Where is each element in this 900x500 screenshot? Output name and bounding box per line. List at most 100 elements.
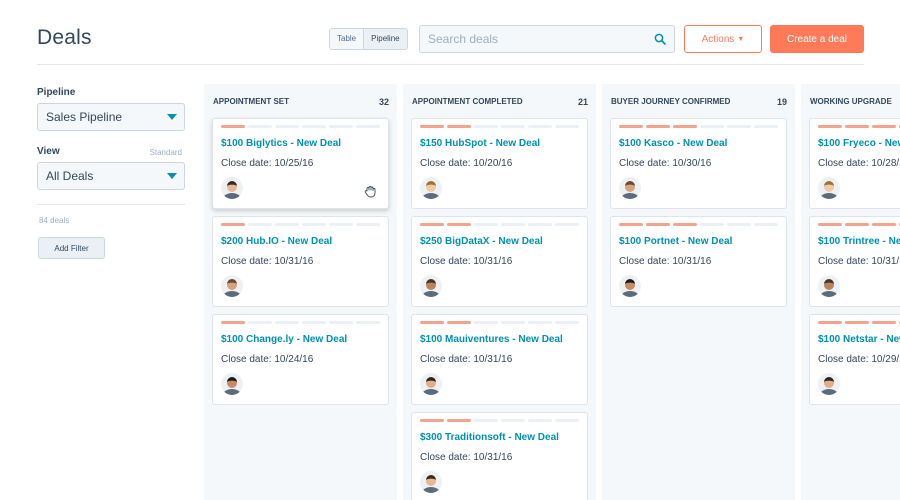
- stage-segment: [555, 125, 579, 128]
- pipeline-column: APPOINTMENT COMPLETED 21 $150 HubSpot - Ne…: [403, 84, 596, 500]
- deal-name-link[interactable]: $100 Fryeco - New Deal: [818, 138, 900, 149]
- stage-segment: [501, 419, 525, 422]
- deal-name-link[interactable]: $250 BigDataX - New Deal: [420, 236, 579, 247]
- deal-card[interactable]: $200 Hub.IO - New Deal Close date: 10/31/…: [212, 216, 389, 307]
- stage-segment: [673, 223, 697, 226]
- close-date: Close date: 10/31/16: [221, 256, 314, 267]
- column-count: 21: [577, 96, 588, 107]
- pipeline-board: APPOINTMENT SET 32 $100 Biglytics - New De…: [204, 84, 900, 500]
- stage-segment: [221, 321, 245, 324]
- close-date: Close date: 10/31/16: [420, 452, 513, 463]
- deal-name-link[interactable]: $100 Mauiventures - New Deal: [420, 334, 579, 345]
- deal-name-link[interactable]: $150 HubSpot - New Deal: [420, 138, 579, 149]
- stage-segment: [420, 125, 444, 128]
- search-box[interactable]: [419, 25, 675, 53]
- deal-name-link[interactable]: $200 Hub.IO - New Deal: [221, 236, 380, 247]
- stage-segment: [447, 321, 471, 324]
- stage-segment: [646, 125, 670, 128]
- avatar-icon[interactable]: [221, 275, 243, 297]
- stage-segment: [356, 125, 380, 128]
- stage-segment: [275, 321, 299, 324]
- stage-segment: [447, 125, 471, 128]
- stage-segment: [474, 125, 498, 128]
- avatar-icon[interactable]: [619, 275, 641, 297]
- pipeline-view-button[interactable]: Pipeline: [363, 29, 407, 49]
- avatar-icon[interactable]: [818, 373, 840, 395]
- avatar-icon[interactable]: [420, 373, 442, 395]
- deal-name-link[interactable]: $100 Portnet - New Deal: [619, 236, 778, 247]
- stage-segment: [872, 321, 896, 324]
- stage-segment: [700, 223, 724, 226]
- stage-segment: [528, 419, 552, 422]
- stage-segment: [528, 125, 552, 128]
- actions-button[interactable]: Actions ▼: [684, 25, 762, 53]
- deal-name-link[interactable]: $100 Trintree - New Deal: [818, 236, 900, 247]
- stage-segment: [248, 223, 272, 226]
- sidebar-divider: [37, 204, 185, 205]
- stage-segment: [619, 223, 643, 226]
- deal-card[interactable]: $100 Fryeco - New Deal Close date: 10/28/…: [809, 118, 900, 209]
- avatar-icon[interactable]: [619, 177, 641, 199]
- close-date: Close date: 10/31/16: [420, 256, 513, 267]
- column-title: BUYER JOURNEY CONFIRMED: [611, 97, 731, 106]
- deal-name-link[interactable]: $100 Biglytics - New Deal: [221, 138, 380, 149]
- deal-count: 84 deals: [39, 216, 70, 225]
- deal-name-link[interactable]: $100 Change.ly - New Deal: [221, 334, 380, 345]
- stage-segment: [221, 125, 245, 128]
- stage-progress: [420, 321, 579, 324]
- search-icon[interactable]: [654, 33, 666, 45]
- pipeline-select[interactable]: Sales Pipeline: [37, 103, 185, 131]
- avatar-icon[interactable]: [221, 177, 243, 199]
- deal-name-link[interactable]: $100 Netstar - New Deal: [818, 334, 900, 345]
- stage-segment: [528, 321, 552, 324]
- deal-card[interactable]: $100 Netstar - New Deal Close date: 10/29…: [809, 314, 900, 405]
- add-filter-button[interactable]: Add Filter: [38, 237, 105, 259]
- deal-card[interactable]: $100 Trintree - New Deal Close date: 10/3…: [809, 216, 900, 307]
- stage-segment: [356, 223, 380, 226]
- pipeline-column: APPOINTMENT SET 32 $100 Biglytics - New De…: [204, 84, 397, 500]
- stage-progress: [221, 223, 380, 226]
- stage-segment: [275, 125, 299, 128]
- dropdown-arrow-icon: [167, 173, 177, 179]
- stage-segment: [420, 223, 444, 226]
- stage-segment: [501, 321, 525, 324]
- stage-segment: [329, 223, 353, 226]
- deal-card[interactable]: $100 Change.ly - New Deal Close date: 10/…: [212, 314, 389, 405]
- column-title: APPOINTMENT COMPLETED: [412, 97, 523, 106]
- stage-segment: [275, 223, 299, 226]
- pipeline-column: WORKING UPGRADE $100 Fryeco - New Deal Clo…: [801, 84, 900, 500]
- avatar-icon[interactable]: [221, 373, 243, 395]
- view-label: View: [37, 146, 60, 157]
- stage-segment: [754, 223, 778, 226]
- close-date: Close date: 10/20/16: [420, 158, 513, 169]
- column-count: 32: [378, 96, 389, 107]
- deal-name-link[interactable]: $300 Traditionsoft - New Deal: [420, 432, 579, 443]
- stage-segment: [447, 223, 471, 226]
- search-input[interactable]: [420, 26, 640, 52]
- deal-name-link[interactable]: $100 Kasco - New Deal: [619, 138, 778, 149]
- avatar-icon[interactable]: [818, 177, 840, 199]
- close-date: Close date: 10/25/16: [221, 158, 314, 169]
- stage-segment: [302, 223, 326, 226]
- close-date: Close date: 10/30/16: [619, 158, 712, 169]
- create-deal-button[interactable]: Create a deal: [770, 25, 864, 53]
- deal-card[interactable]: $250 BigDataX - New Deal Close date: 10/3…: [411, 216, 588, 307]
- avatar-icon[interactable]: [818, 275, 840, 297]
- deal-card[interactable]: $100 Mauiventures - New Deal Close date: …: [411, 314, 588, 405]
- table-view-button[interactable]: Table: [330, 29, 364, 49]
- deal-card[interactable]: $300 Traditionsoft - New Deal Close date:…: [411, 412, 588, 500]
- deal-card[interactable]: $100 Portnet - New Deal Close date: 10/31…: [610, 216, 787, 307]
- dropdown-arrow-icon: [167, 114, 177, 120]
- stage-progress: [818, 321, 900, 324]
- deal-card[interactable]: $100 Kasco - New Deal Close date: 10/30/1…: [610, 118, 787, 209]
- stage-segment: [673, 125, 697, 128]
- view-select[interactable]: All Deals: [37, 162, 185, 190]
- avatar-icon[interactable]: [420, 275, 442, 297]
- stage-progress: [420, 223, 579, 226]
- avatar-icon[interactable]: [420, 471, 442, 493]
- view-toggle[interactable]: Table Pipeline: [329, 28, 408, 50]
- stage-segment: [555, 419, 579, 422]
- avatar-icon[interactable]: [420, 177, 442, 199]
- close-date: Close date: 10/29/16: [818, 354, 900, 365]
- deal-card[interactable]: $150 HubSpot - New Deal Close date: 10/20…: [411, 118, 588, 209]
